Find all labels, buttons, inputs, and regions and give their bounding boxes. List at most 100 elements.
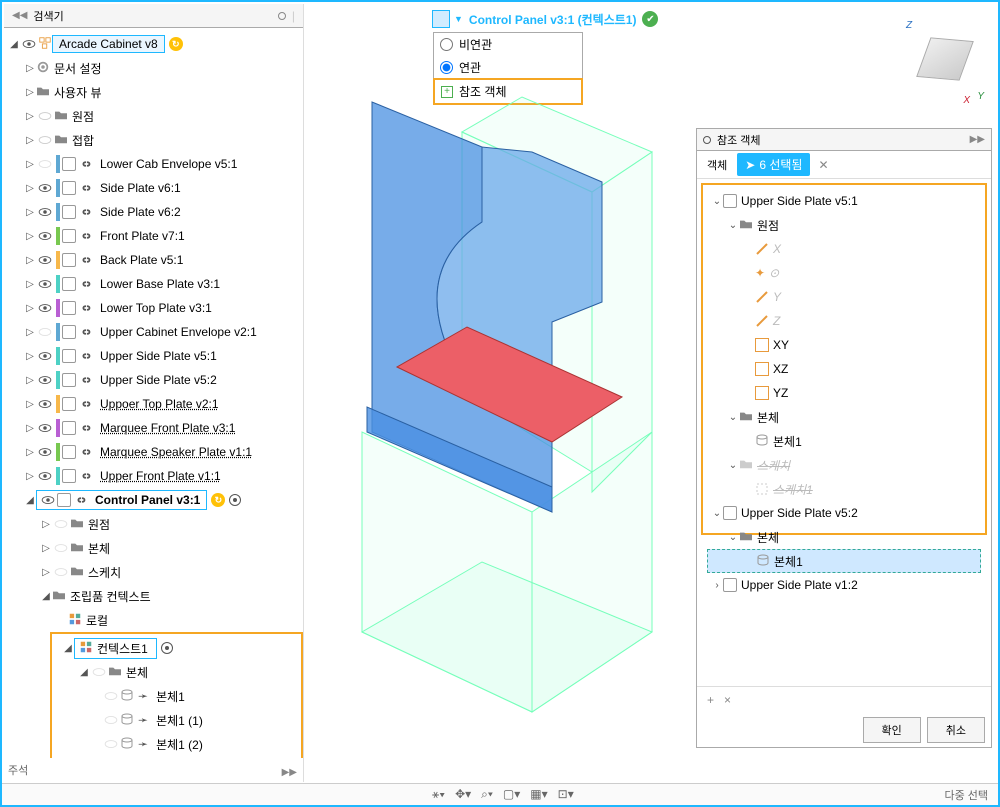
ref-item[interactable]: ⌄스케치 xyxy=(707,453,981,477)
root-label[interactable]: Arcade Cabinet v8 xyxy=(52,35,165,53)
tree-item[interactable]: ▷ 본체 xyxy=(4,536,303,560)
activate-target-icon[interactable] xyxy=(161,642,173,654)
tree-item-body[interactable]: ➛본체1 xyxy=(54,684,299,708)
zoom-icon[interactable]: ⌕▾ xyxy=(481,787,493,802)
tree-item-component[interactable]: ▷Upper Front Plate v1:1 xyxy=(4,464,303,488)
ref-item-plane[interactable]: YZ xyxy=(707,381,981,405)
tree-item-component[interactable]: ▷Marquee Speaker Plate v1:1 xyxy=(4,440,303,464)
pan-icon[interactable]: ✥▾ xyxy=(455,787,471,802)
tree-item-assembly-context[interactable]: ◢ 조립품 컨텍스트 xyxy=(4,584,303,608)
ref-item-axis[interactable]: X xyxy=(707,237,981,261)
orbit-icon[interactable]: ⚹▾ xyxy=(432,787,445,802)
caret-icon[interactable]: ▷ xyxy=(24,255,36,266)
caret-icon[interactable]: ▷ xyxy=(24,303,36,314)
radio-non-associative[interactable]: 비연관 xyxy=(434,33,582,56)
ref-item[interactable]: ⌄Upper Side Plate v5:1 xyxy=(707,189,981,213)
caret-icon[interactable]: ▷ xyxy=(24,183,36,194)
ref-item[interactable]: 스케치1 xyxy=(707,477,981,501)
tree-item-context1[interactable]: ◢ 컨텍스트1 xyxy=(54,636,299,660)
ref-item-axis[interactable]: Z xyxy=(707,309,981,333)
caret-icon[interactable]: ▷ xyxy=(24,279,36,290)
caret-icon[interactable]: ▷ xyxy=(24,159,36,170)
cancel-button[interactable]: 취소 xyxy=(927,717,985,743)
browser-settings-icon[interactable] xyxy=(278,12,286,20)
visibility-icon[interactable] xyxy=(36,157,54,171)
tree-item[interactable]: ▷ 원점 xyxy=(4,104,303,128)
caret-icon[interactable]: ▷ xyxy=(40,567,52,578)
expand-arrows-icon[interactable]: ▶▶ xyxy=(970,134,985,145)
visibility-icon[interactable] xyxy=(36,373,54,387)
visibility-icon[interactable] xyxy=(36,253,54,267)
tree-item[interactable]: ▷ 접합 xyxy=(4,128,303,152)
caret-icon[interactable]: ▷ xyxy=(24,375,36,386)
chevron-down-icon[interactable]: ▼ xyxy=(454,14,463,24)
caret-icon[interactable]: ◢ xyxy=(8,39,20,50)
caret-icon[interactable]: ▷ xyxy=(24,471,36,482)
update-badge-icon[interactable]: ↻ xyxy=(169,37,183,51)
grid-icon[interactable]: ▦▾ xyxy=(530,787,547,802)
visibility-off-icon[interactable] xyxy=(90,665,108,679)
tree-item-body[interactable]: ➛본체1 (2) xyxy=(54,732,299,756)
visibility-off-icon[interactable] xyxy=(102,689,120,703)
caret-icon[interactable]: ▷ xyxy=(40,519,52,530)
tree-item-body[interactable]: ➛본체1 (1) xyxy=(54,708,299,732)
tree-item[interactable]: ▷ 원점 xyxy=(4,512,303,536)
tree-item-component[interactable]: ▷Uppoer Top Plate v2:1 xyxy=(4,392,303,416)
caret-icon[interactable]: ▷ xyxy=(24,207,36,218)
visibility-icon[interactable] xyxy=(36,205,54,219)
tree-item[interactable]: ◢ 본체 xyxy=(54,660,299,684)
visibility-icon[interactable] xyxy=(36,277,54,291)
caret-icon[interactable]: ▷ xyxy=(24,351,36,362)
tree-item-component[interactable]: ▷Front Plate v7:1 xyxy=(4,224,303,248)
visibility-icon[interactable] xyxy=(20,37,38,51)
snap-icon[interactable]: ⊡▾ xyxy=(558,787,574,802)
ref-item-body[interactable]: 본체1 xyxy=(707,429,981,453)
visibility-icon[interactable] xyxy=(36,349,54,363)
radio-associative[interactable]: 연관 xyxy=(434,56,582,79)
visibility-icon[interactable] xyxy=(36,469,54,483)
remove-icon[interactable]: × xyxy=(724,693,731,707)
tree-item[interactable]: ▷ 사용자 뷰 xyxy=(4,80,303,104)
tree-item-component[interactable]: ▷Lower Cab Envelope v5:1 xyxy=(4,152,303,176)
visibility-icon[interactable] xyxy=(36,229,54,243)
selection-count-tag[interactable]: ➤6 선택됨 xyxy=(737,153,810,176)
caret-icon[interactable]: ▷ xyxy=(24,87,36,98)
visibility-icon[interactable] xyxy=(39,493,57,507)
tree-item-component[interactable]: ▷Lower Base Plate v3:1 xyxy=(4,272,303,296)
caret-icon[interactable]: ▷ xyxy=(24,111,36,122)
visibility-icon[interactable] xyxy=(36,181,54,195)
visibility-icon[interactable] xyxy=(36,397,54,411)
visibility-icon[interactable] xyxy=(36,325,54,339)
visibility-off-icon[interactable] xyxy=(52,517,70,531)
annotation-tab[interactable]: 주석 xyxy=(8,762,28,778)
ref-item[interactable]: ⌄원점 xyxy=(707,213,981,237)
ref-item-axis[interactable]: Y xyxy=(707,285,981,309)
ref-item-plane[interactable]: XY xyxy=(707,333,981,357)
component-header-icon[interactable] xyxy=(432,10,450,28)
ok-button[interactable]: 확인 xyxy=(863,717,921,743)
tree-item-component[interactable]: ▷Upper Cabinet Envelope v2:1 xyxy=(4,320,303,344)
tree-item[interactable]: ▷ 스케치 xyxy=(4,560,303,584)
tree-item-component[interactable]: ▷Marquee Front Plate v3:1 xyxy=(4,416,303,440)
visibility-off-icon[interactable] xyxy=(102,737,120,751)
activate-target-icon[interactable] xyxy=(229,494,241,506)
add-icon[interactable]: + xyxy=(707,693,714,707)
view-cube[interactable]: Z Y X xyxy=(904,22,984,102)
caret-icon[interactable]: ▷ xyxy=(24,63,36,74)
tree-item-local[interactable]: ▷ 로컬 xyxy=(4,608,303,632)
ref-item[interactable]: ⌄본체 xyxy=(707,525,981,549)
tree-item-component[interactable]: ▷Upper Side Plate v5:1 xyxy=(4,344,303,368)
tree-item-component[interactable]: ▷Lower Top Plate v3:1 xyxy=(4,296,303,320)
tree-root[interactable]: ◢ Arcade Cabinet v8 ↻ xyxy=(4,32,303,56)
visibility-off-icon[interactable] xyxy=(102,713,120,727)
ref-item-body-selected[interactable]: 본체1 xyxy=(707,549,981,573)
caret-icon[interactable]: ▷ xyxy=(24,423,36,434)
update-badge-icon[interactable]: ↻ xyxy=(211,493,225,507)
display-icon[interactable]: ▢▾ xyxy=(503,787,520,802)
tab-objects[interactable]: 객체 xyxy=(697,153,737,177)
caret-icon[interactable]: ▷ xyxy=(24,447,36,458)
collapse-arrows-icon[interactable]: ◀◀ xyxy=(12,10,27,21)
caret-icon[interactable]: ◢ xyxy=(78,667,90,678)
visibility-icon[interactable] xyxy=(36,445,54,459)
visibility-icon[interactable] xyxy=(36,421,54,435)
